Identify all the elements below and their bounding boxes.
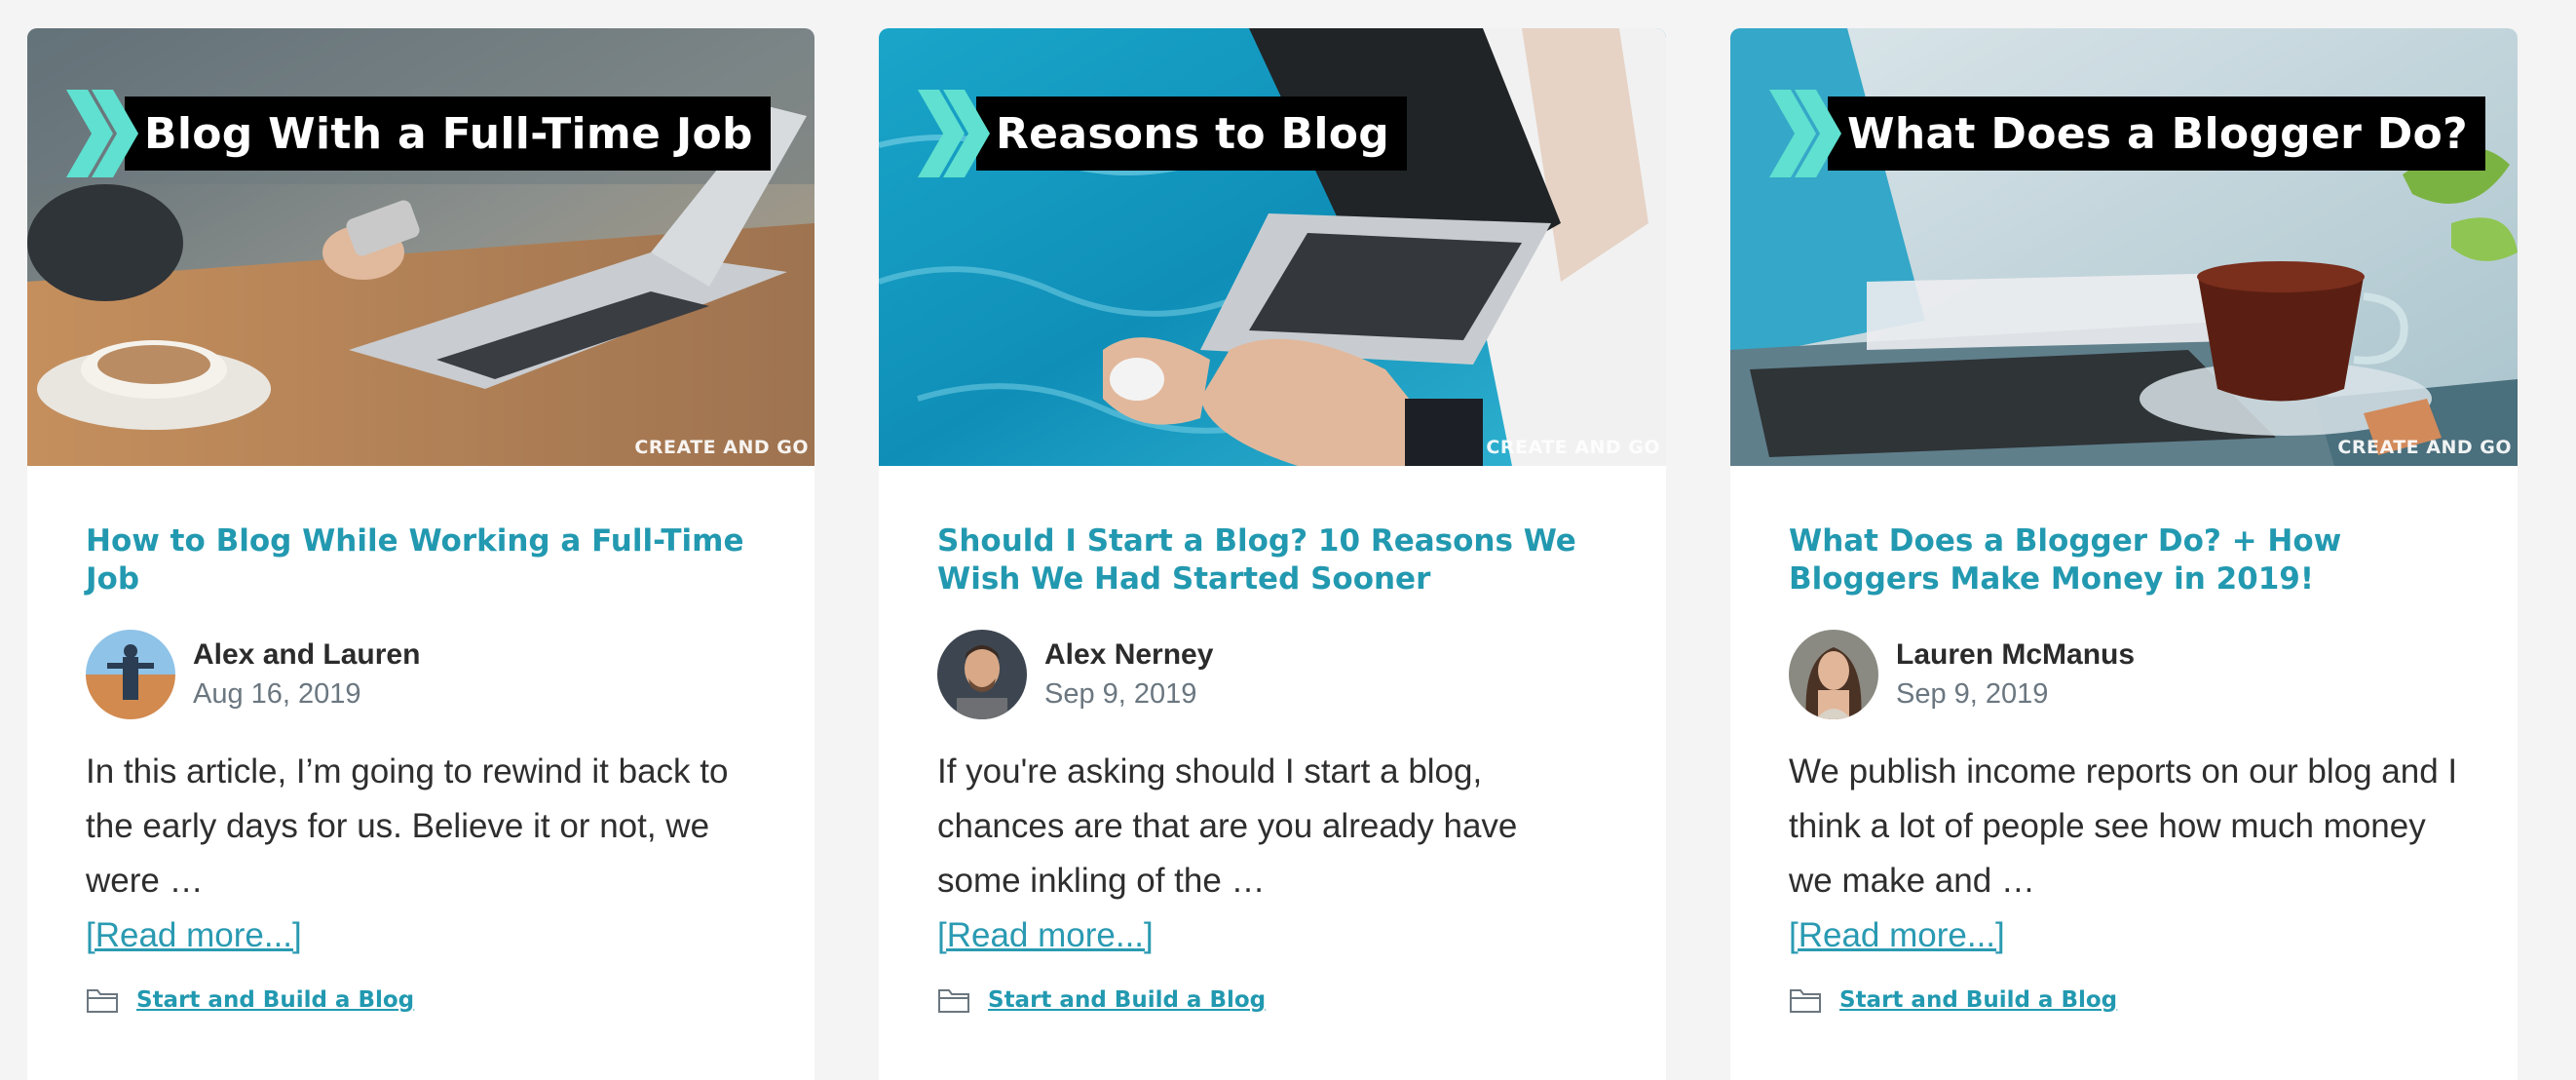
watermark: CREATE AND GO [1486, 437, 1660, 458]
avatar [86, 630, 175, 719]
post-thumbnail[interactable]: Reasons to Blog CREATE AND GO [879, 28, 1666, 466]
avatar [937, 630, 1027, 719]
excerpt-text: If you're asking should I start a blog, … [937, 752, 1518, 900]
chevron-logo-icon [918, 90, 990, 177]
image-title-banner: Blog With a Full-Time Job [66, 90, 771, 177]
watermark: CREATE AND GO [634, 437, 809, 458]
post-excerpt: We publish income reports on our blog an… [1789, 745, 2459, 963]
read-more-link[interactable]: [Read more...] [86, 908, 302, 963]
image-title: Reasons to Blog [976, 96, 1408, 171]
chevron-logo-icon [1769, 90, 1841, 177]
author-block: Alex Nerney Sep 9, 2019 [937, 630, 1608, 719]
post-title-link[interactable]: How to Blog While Working a Full-Time Jo… [86, 522, 756, 598]
post-card: Reasons to Blog CREATE AND GO Should I S… [879, 28, 1666, 1080]
post-title-link[interactable]: What Does a Blogger Do? + How Bloggers M… [1789, 522, 2459, 598]
image-title: What Does a Blogger Do? [1828, 96, 2485, 171]
category-link[interactable]: Start and Build a Blog [988, 987, 1266, 1013]
excerpt-text: We publish income reports on our blog an… [1789, 752, 2458, 900]
excerpt-text: In this article, I’m going to rewind it … [86, 752, 729, 900]
image-title-banner: What Does a Blogger Do? [1769, 90, 2485, 177]
folder-icon [1790, 989, 1821, 1013]
post-thumbnail[interactable]: Blog With a Full-Time Job CREATE AND GO [27, 28, 814, 466]
image-title-banner: Reasons to Blog [918, 90, 1408, 177]
author-block: Lauren McManus Sep 9, 2019 [1789, 630, 2459, 719]
post-grid: Blog With a Full-Time Job CREATE AND GO … [27, 28, 2518, 1080]
avatar [1789, 630, 1878, 719]
post-category: Start and Build a Blog [86, 986, 756, 1014]
read-more-link[interactable]: [Read more...] [937, 908, 1154, 963]
post-category: Start and Build a Blog [1789, 986, 2459, 1014]
chevron-logo-icon [66, 90, 138, 177]
folder-icon [87, 989, 118, 1013]
post-thumbnail[interactable]: What Does a Blogger Do? CREATE AND GO [1730, 28, 2518, 466]
post-card: Blog With a Full-Time Job CREATE AND GO … [27, 28, 814, 1080]
post-card: What Does a Blogger Do? CREATE AND GO Wh… [1730, 28, 2518, 1080]
image-title: Blog With a Full-Time Job [125, 96, 771, 171]
category-link[interactable]: Start and Build a Blog [1839, 987, 2117, 1013]
post-category: Start and Build a Blog [937, 986, 1608, 1014]
watermark: CREATE AND GO [2337, 437, 2512, 458]
post-date: Sep 9, 2019 [1044, 678, 1197, 710]
post-date: Sep 9, 2019 [1896, 678, 2049, 710]
author-name: Alex Nerney [1044, 638, 1214, 671]
read-more-link[interactable]: [Read more...] [1789, 908, 2005, 963]
author-name: Alex and Lauren [193, 638, 421, 671]
post-date: Aug 16, 2019 [193, 678, 361, 710]
folder-icon [938, 989, 969, 1013]
category-link[interactable]: Start and Build a Blog [136, 987, 414, 1013]
author-block: Alex and Lauren Aug 16, 2019 [86, 630, 756, 719]
post-excerpt: If you're asking should I start a blog, … [937, 745, 1608, 963]
post-excerpt: In this article, I’m going to rewind it … [86, 745, 756, 963]
post-title-link[interactable]: Should I Start a Blog? 10 Reasons We Wis… [937, 522, 1608, 598]
author-name: Lauren McManus [1896, 638, 2136, 671]
